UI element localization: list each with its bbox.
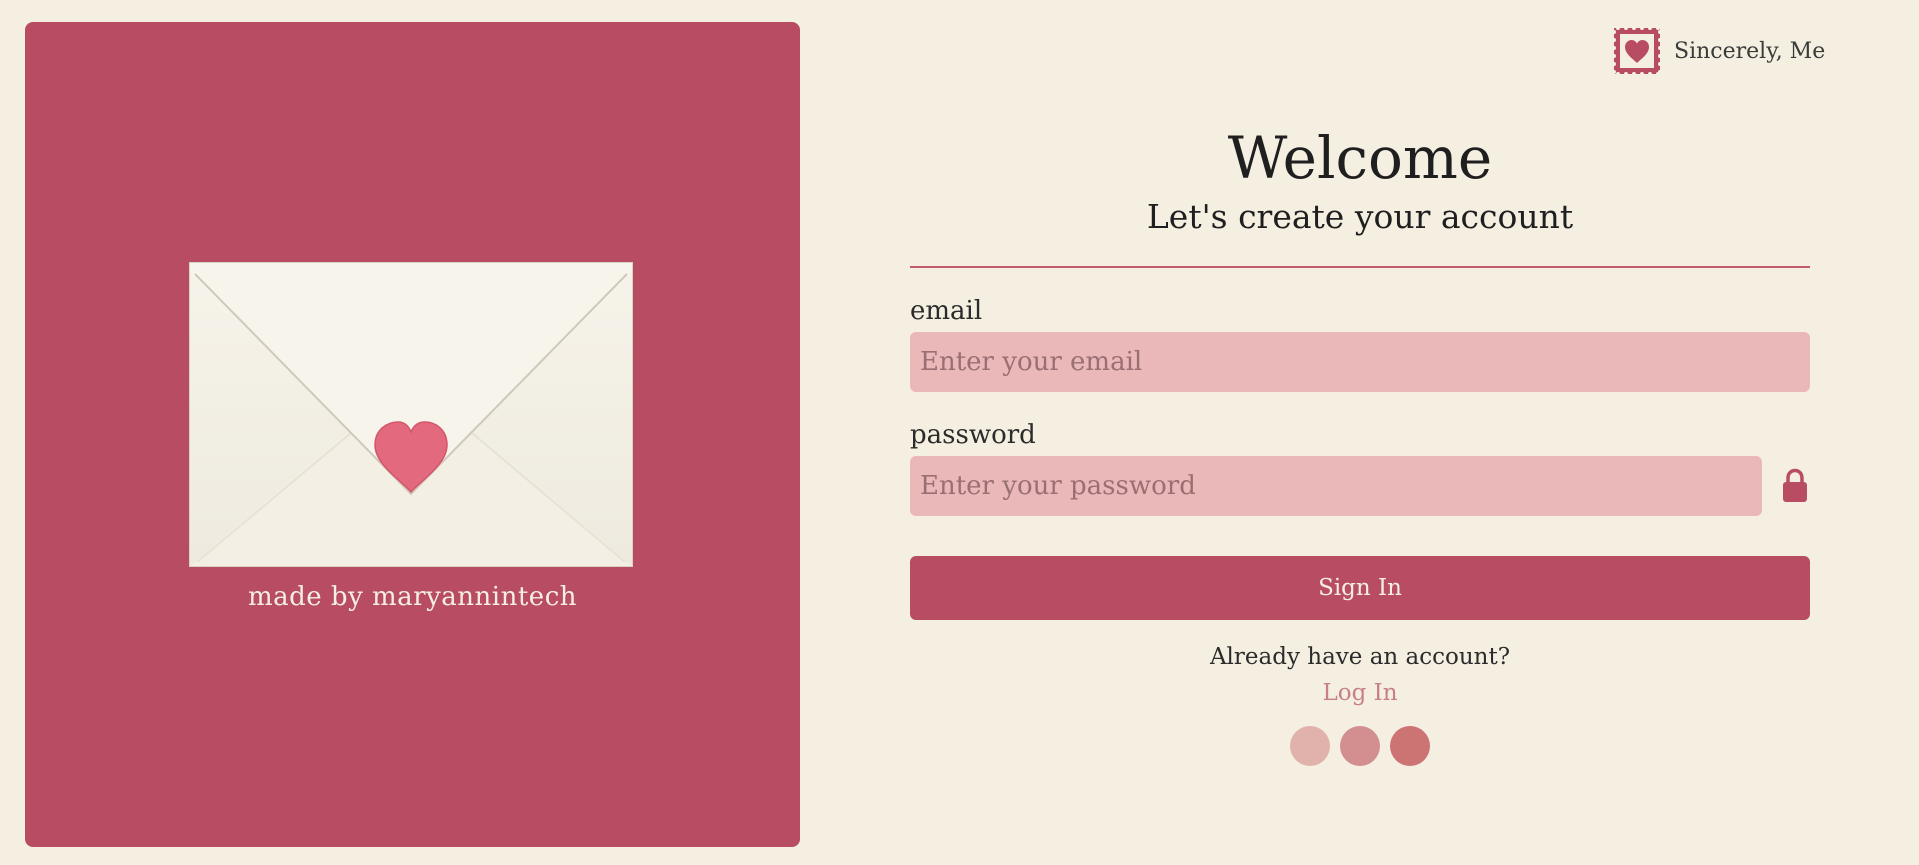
lock-icon[interactable] <box>1780 468 1810 504</box>
brand-name: Sincerely, Me <box>1674 38 1826 64</box>
brand[interactable]: Sincerely, Me <box>1612 25 1825 77</box>
password-label: password <box>910 420 1036 450</box>
email-label: email <box>910 296 983 326</box>
login-prompt: Already have an account? <box>1209 644 1511 670</box>
email-field[interactable] <box>910 332 1810 392</box>
page-title: Welcome <box>1227 124 1493 192</box>
envelope-image <box>189 262 633 567</box>
theme-swatch-1[interactable] <box>1290 726 1330 766</box>
credit-text: made by maryannintech <box>247 582 577 612</box>
page-subtitle: Let's create your account <box>1146 197 1574 236</box>
sign-in-button[interactable]: Sign In <box>910 556 1810 620</box>
theme-swatch-2[interactable] <box>1340 726 1380 766</box>
theme-swatches <box>910 726 1810 766</box>
login-link[interactable]: Log In <box>910 678 1810 708</box>
hero-panel: made by maryannintech <box>25 22 800 847</box>
heart-stamp-icon <box>1612 26 1662 76</box>
signup-page: made by maryannintech Sincerely, Me Welc… <box>0 0 1919 865</box>
divider <box>910 266 1810 268</box>
theme-swatch-3[interactable] <box>1390 726 1430 766</box>
password-row <box>910 456 1810 516</box>
signup-form: Welcome Let's create your account email … <box>910 120 1810 766</box>
password-field[interactable] <box>910 456 1763 516</box>
